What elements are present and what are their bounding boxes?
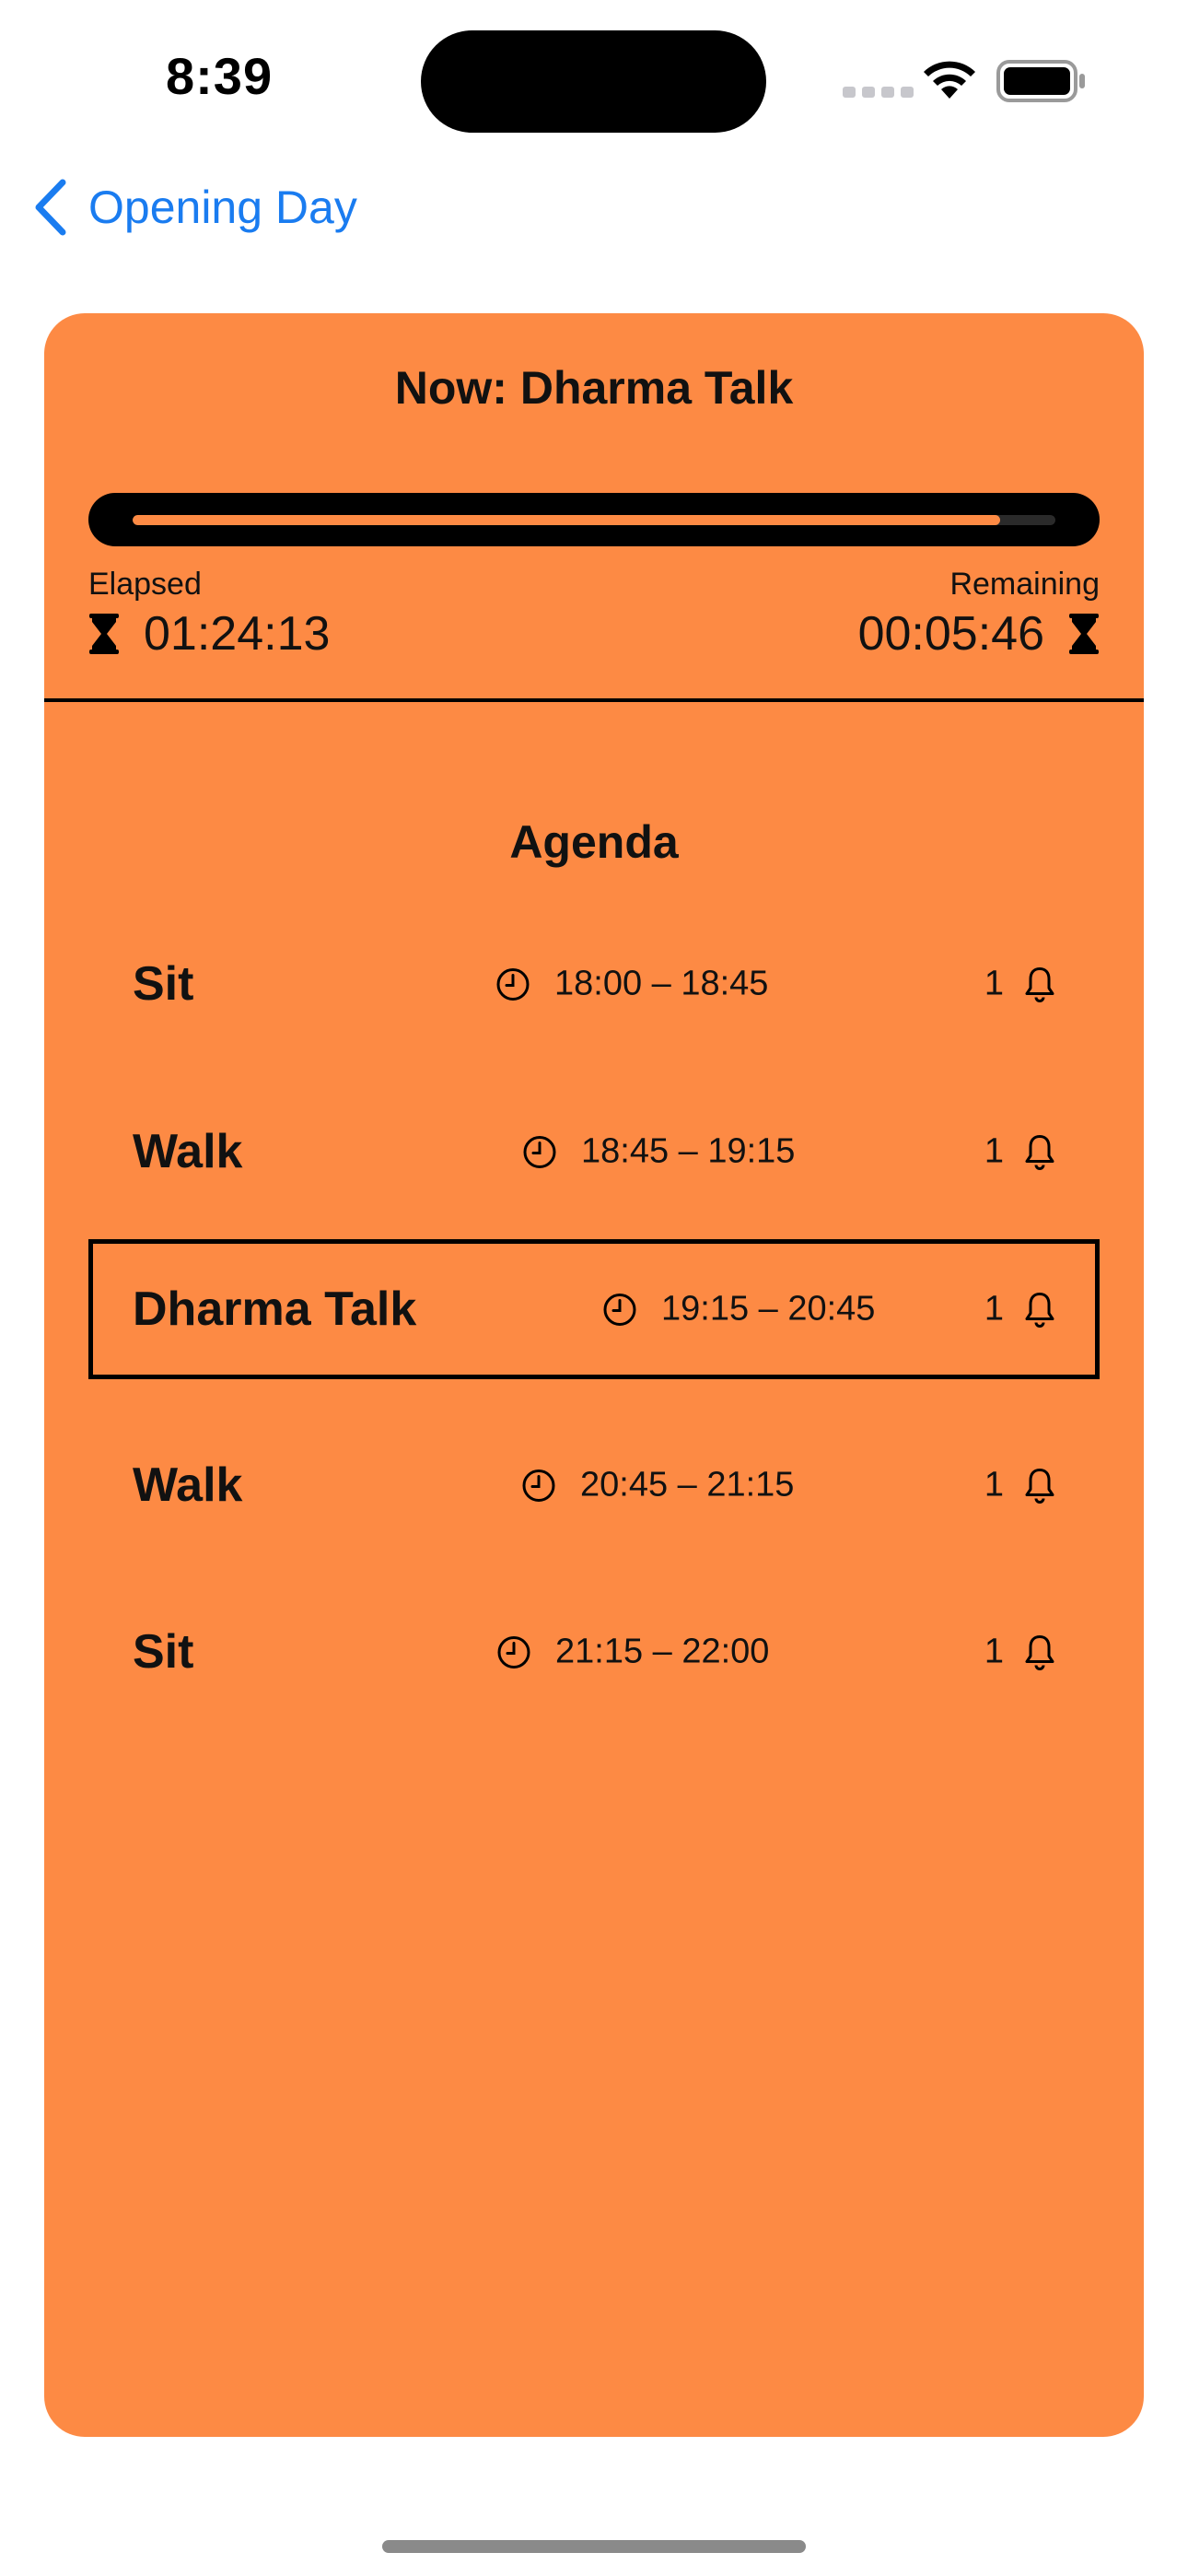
session-progress-bar	[88, 493, 1100, 546]
now-title: Now: Dharma Talk	[394, 362, 794, 414]
agenda-item-bells: 1	[984, 1132, 1055, 1172]
agenda-item-time-text: 21:15 – 22:00	[555, 1632, 770, 1671]
bell-icon	[1025, 1468, 1054, 1504]
bell-count: 1	[984, 1465, 1004, 1505]
agenda-item-bells: 1	[984, 965, 1055, 1004]
agenda-item-time-text: 19:15 – 20:45	[661, 1289, 876, 1329]
agenda-item-name: Sit	[133, 1625, 194, 1679]
screen: 8:39 Opening Day Now: Dharma Talk Elapse…	[0, 0, 1188, 2576]
agenda-item-time: 18:00 – 18:45	[495, 965, 768, 1004]
elapsed-label: Elapsed	[88, 567, 202, 602]
agenda-item-bells: 1	[984, 1466, 1055, 1505]
agenda-item-time-text: 18:45 – 19:15	[581, 1131, 796, 1171]
bell-icon	[1025, 1292, 1054, 1328]
home-indicator[interactable]	[382, 2540, 806, 2553]
agenda-row[interactable]: Walk 18:45 – 19:15 1	[88, 1082, 1100, 1222]
agenda-item-bells: 1	[984, 1290, 1055, 1329]
session-card: Now: Dharma Talk Elapsed Remaining 01:24…	[44, 313, 1144, 2437]
agenda-row[interactable]: Sit 18:00 – 18:45 1	[88, 914, 1100, 1054]
hourglass-icon	[1069, 614, 1099, 654]
agenda-item-name: Walk	[133, 1125, 243, 1178]
progress-inner-track	[133, 515, 1055, 525]
bell-count: 1	[984, 1289, 1004, 1329]
clock-icon	[497, 1635, 530, 1669]
bell-count: 1	[984, 1131, 1004, 1171]
remaining-label: Remaining	[949, 567, 1100, 602]
agenda-item-time-text: 18:00 – 18:45	[554, 964, 769, 1003]
status-time: 8:39	[166, 47, 274, 105]
bell-icon	[1025, 1634, 1054, 1670]
agenda-item-time-text: 20:45 – 21:15	[580, 1465, 795, 1505]
clock-icon	[496, 967, 530, 1001]
wifi-icon	[924, 61, 975, 99]
bell-icon	[1025, 1134, 1054, 1170]
elapsed-value: 01:24:13	[144, 607, 331, 661]
hourglass-icon	[89, 614, 119, 654]
back-button-label: Opening Day	[88, 181, 357, 233]
agenda-item-name: Walk	[133, 1458, 243, 1512]
back-button[interactable]: Opening Day	[33, 179, 357, 236]
agenda-item-time: 20:45 – 21:15	[521, 1466, 794, 1505]
cellular-signal-icon	[843, 87, 914, 98]
agenda-row[interactable]: Sit 21:15 – 22:00 1	[88, 1582, 1100, 1722]
agenda-item-time: 21:15 – 22:00	[496, 1633, 769, 1672]
chevron-left-icon	[35, 179, 66, 236]
agenda-title: Agenda	[509, 816, 679, 868]
remaining-time: 00:05:46	[858, 606, 1100, 662]
bell-icon	[1025, 966, 1054, 1002]
clock-icon	[522, 1469, 555, 1502]
clock-icon	[523, 1135, 556, 1168]
divider	[44, 698, 1144, 702]
clock-icon	[603, 1293, 636, 1326]
battery-icon	[996, 60, 1085, 102]
agenda-row[interactable]: Walk 20:45 – 21:15 1	[88, 1415, 1100, 1555]
agenda-row-current[interactable]: Dharma Talk 19:15 – 20:45 1	[88, 1239, 1100, 1379]
bell-count: 1	[984, 1632, 1004, 1671]
progress-fill	[133, 515, 1000, 525]
dynamic-island	[421, 30, 766, 133]
elapsed-time: 01:24:13	[88, 606, 330, 662]
agenda-item-time: 19:15 – 20:45	[602, 1290, 875, 1329]
agenda-item-name: Dharma Talk	[133, 1282, 417, 1336]
remaining-value: 00:05:46	[857, 607, 1044, 661]
agenda-item-time: 18:45 – 19:15	[522, 1132, 795, 1172]
bell-count: 1	[984, 964, 1004, 1003]
agenda-item-bells: 1	[984, 1633, 1055, 1672]
agenda-item-name: Sit	[133, 957, 194, 1011]
